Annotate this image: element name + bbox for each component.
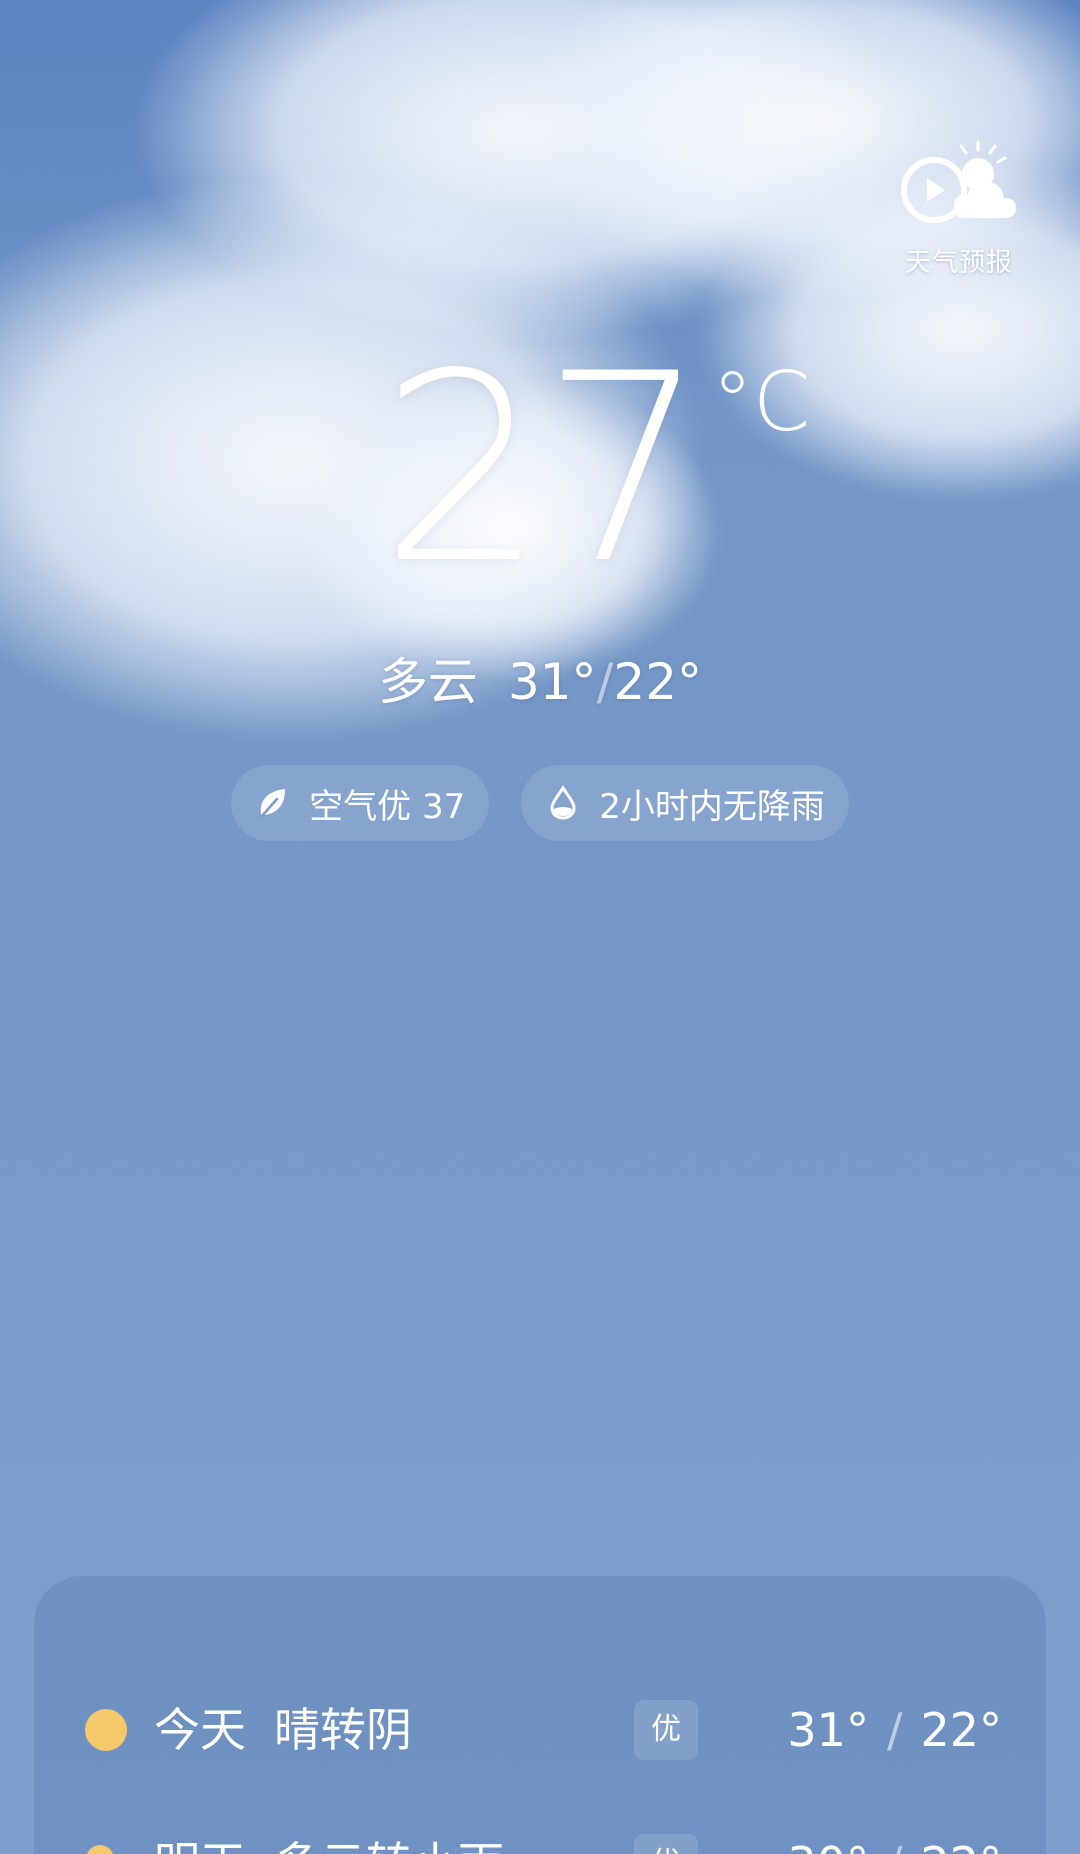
current-condition: 多云 <box>377 653 478 711</box>
current-high: 31° <box>507 653 597 711</box>
daily-day-name: 明天 <box>154 1837 246 1854</box>
temperature-value: 27 <box>380 319 707 621</box>
air-quality-chip[interactable]: 空气优 37 <box>231 765 490 841</box>
temperature-unit: °C <box>712 355 811 450</box>
range-separator: / <box>596 653 614 711</box>
partly-cloudy-icon <box>86 1845 114 1854</box>
range-separator: / <box>886 1703 903 1757</box>
daily-temp-range: 30° / 22° <box>787 1834 1002 1854</box>
range-separator: / <box>887 1837 903 1854</box>
daily-low: 22° <box>920 1837 1002 1854</box>
daily-day-name: 今天 <box>154 1703 246 1757</box>
daily-row-tomorrow[interactable]: 明天 多云转小雨 优 30° / 22° <box>34 1814 1046 1854</box>
sun-icon <box>85 1709 127 1751</box>
weather-forecast-video-button[interactable]: 天气预报 <box>894 140 1024 280</box>
aqi-badge: 优 <box>634 1834 698 1854</box>
current-low: 22° <box>613 653 703 711</box>
daily-condition: 晴转阴 <box>274 1703 412 1757</box>
leaf-icon <box>259 789 286 819</box>
daily-high: 30° <box>787 1837 869 1854</box>
daily-row-today[interactable]: 今天 晴转阴 优 31° / 22° <box>34 1680 1046 1780</box>
weather-chips: 空气优 37 2小时内无降雨 <box>0 765 1080 841</box>
daily-high: 31° <box>787 1703 869 1757</box>
daily-low: 22° <box>920 1703 1002 1757</box>
rain-forecast-chip[interactable]: 2小时内无降雨 <box>521 765 849 841</box>
daily-temp-range: 31° / 22° <box>787 1700 1002 1760</box>
air-quality-label: 空气优 37 <box>309 786 466 827</box>
current-condition-row: 多云 31°/22° <box>0 652 1080 712</box>
aqi-badge: 优 <box>634 1700 698 1760</box>
daily-condition: 多云转小雨 <box>274 1837 504 1854</box>
current-temperature: 27 °C <box>0 340 1080 630</box>
raindrop-icon <box>550 785 576 820</box>
weather-video-icon <box>901 140 1016 223</box>
daily-forecast-card[interactable]: 今天晴转阴 优 31° / 22° 明天 多云转小雨 优 30° / 22° <box>34 1576 1046 1854</box>
weather-forecast-label: 天气预报 <box>904 248 1013 278</box>
daily-day-label: 明天 多云转小雨 <box>154 1834 504 1854</box>
rain-forecast-label: 2小时内无降雨 <box>599 786 825 827</box>
daily-day-label: 今天 晴转阴 <box>154 1700 412 1760</box>
